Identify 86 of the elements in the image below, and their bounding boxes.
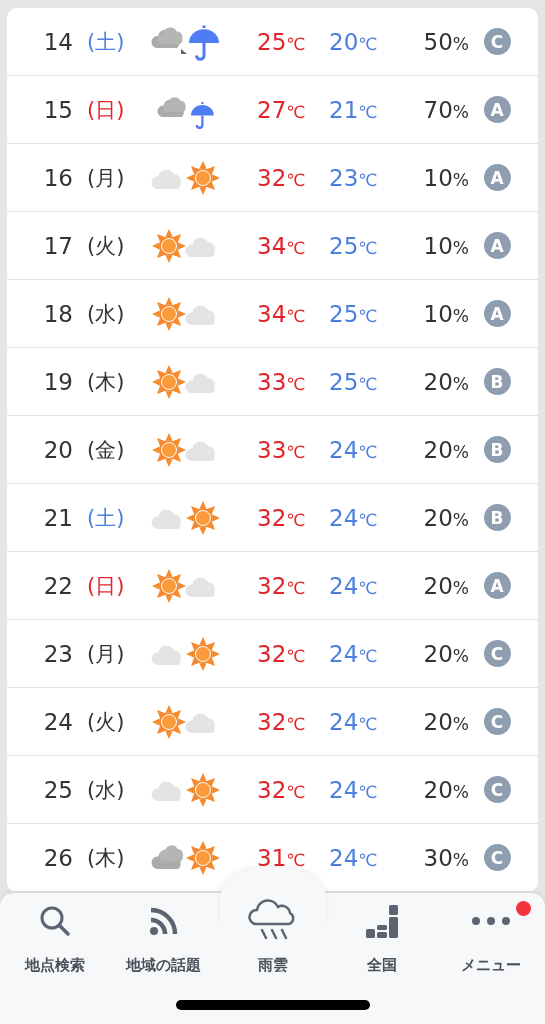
weekday-text: (金) <box>87 436 126 464</box>
weekday-text: (月) <box>87 164 126 192</box>
date-text: 19 <box>43 368 73 395</box>
date-text: 18 <box>43 300 73 327</box>
date-text: 20 <box>43 436 73 463</box>
weekday-text: (日) <box>87 572 126 600</box>
tab-button[interactable]: 雨雲 <box>218 893 327 977</box>
weekday-text: (火) <box>87 708 126 736</box>
weekday-text: (日) <box>87 96 126 124</box>
precipitation-chance: 10% <box>423 232 469 259</box>
high-temperature: 27℃ <box>257 96 306 123</box>
low-temperature: 24℃ <box>329 708 378 735</box>
precipitation-chance: 20% <box>423 776 469 803</box>
weekday-text: (火) <box>87 232 126 260</box>
weekday-text: (水) <box>87 776 126 804</box>
weekday-text: (土) <box>87 504 126 532</box>
reliability-badge: A <box>483 572 511 599</box>
high-temperature: 32℃ <box>257 164 306 191</box>
date-text: 25 <box>43 776 73 803</box>
reliability-badge: B <box>483 436 511 463</box>
high-temperature: 34℃ <box>257 300 306 327</box>
high-temperature: 34℃ <box>257 232 306 259</box>
date-text: 26 <box>43 844 73 871</box>
reliability-badge: A <box>483 232 511 259</box>
weekday-text: (水) <box>87 300 126 328</box>
date-text: 21 <box>43 504 73 531</box>
low-temperature: 24℃ <box>329 776 378 803</box>
precipitation-chance: 10% <box>423 164 469 191</box>
precipitation-chance: 20% <box>423 572 469 599</box>
reliability-badge: B <box>483 504 511 531</box>
reliability-badge: C <box>483 708 511 735</box>
low-temperature: 24℃ <box>329 572 378 599</box>
precipitation-chance: 50% <box>423 28 469 55</box>
precipitation-chance: 20% <box>423 708 469 735</box>
date-text: 22 <box>43 572 73 599</box>
reliability-badge: A <box>483 96 511 123</box>
map-blocks-icon <box>363 902 400 939</box>
weekday-text: (月) <box>87 640 126 668</box>
weekday-text: (木) <box>87 368 126 396</box>
precipitation-chance: 30% <box>423 844 469 871</box>
high-temperature: 25℃ <box>257 28 306 55</box>
date-text: 24 <box>43 708 73 735</box>
high-temperature: 32℃ <box>257 504 306 531</box>
reliability-badge: C <box>483 844 511 871</box>
precipitation-chance: 70% <box>423 96 469 123</box>
precipitation-chance: 20% <box>423 368 469 395</box>
tab-button[interactable]: メニュー <box>436 893 545 977</box>
low-temperature: 25℃ <box>329 368 378 395</box>
reliability-badge: A <box>483 164 511 191</box>
date-text: 17 <box>43 232 73 259</box>
reliability-badge: A <box>483 300 511 327</box>
precipitation-chance: 20% <box>423 504 469 531</box>
high-temperature: 32℃ <box>257 640 306 667</box>
signal-waves-icon <box>148 905 179 936</box>
date-text: 23 <box>43 640 73 667</box>
low-temperature: 24℃ <box>329 436 378 463</box>
weekday-text: (木) <box>87 844 126 872</box>
tab-button[interactable]: 地点検索 <box>0 893 109 977</box>
tab-button[interactable]: 地域の話題 <box>109 893 218 977</box>
high-temperature: 33℃ <box>257 368 306 395</box>
low-temperature: 23℃ <box>329 164 378 191</box>
reliability-badge: C <box>483 776 511 803</box>
precipitation-chance: 20% <box>423 640 469 667</box>
low-temperature: 20℃ <box>329 28 378 55</box>
high-temperature: 33℃ <box>257 436 306 463</box>
date-text: 16 <box>43 164 73 191</box>
high-temperature: 32℃ <box>257 776 306 803</box>
high-temperature: 32℃ <box>257 708 306 735</box>
low-temperature: 24℃ <box>329 844 378 871</box>
tab-button[interactable]: 全国 <box>327 893 436 977</box>
high-temperature: 31℃ <box>257 844 306 871</box>
more-dots-icon <box>470 915 511 926</box>
date-text: 14 <box>43 28 73 55</box>
reliability-badge: B <box>483 368 511 395</box>
low-temperature: 24℃ <box>329 504 378 531</box>
precipitation-chance: 20% <box>423 436 469 463</box>
low-temperature: 24℃ <box>329 640 378 667</box>
precipitation-chance: 10% <box>423 300 469 327</box>
reliability-badge: C <box>483 640 511 667</box>
reliability-badge: C <box>483 28 511 55</box>
high-temperature: 32℃ <box>257 572 306 599</box>
low-temperature: 25℃ <box>329 232 378 259</box>
low-temperature: 25℃ <box>329 300 378 327</box>
date-text: 15 <box>43 96 73 123</box>
weekday-text: (土) <box>87 28 126 56</box>
low-temperature: 21℃ <box>329 96 378 123</box>
